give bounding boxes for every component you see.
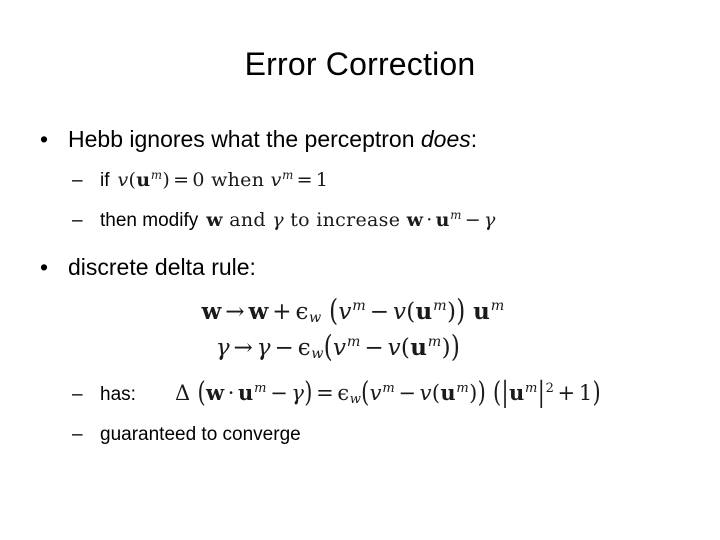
subbullet-has: – has: Δ (w · um − γ) = ϵw(vm − v(um)) (|um|2 +1) [0, 377, 601, 409]
bullet-glyph-icon: • [40, 254, 49, 280]
subbullet-then-label: then modify [100, 210, 199, 231]
bullet-hebb-ignores: • Hebb ignores what the perceptron does: [0, 126, 477, 152]
bullet-hebb-text-before: Hebb ignores what the perceptron [68, 126, 421, 152]
page-title: Error Correction [244, 46, 476, 82]
subbullet-guaranteed-converge: – guaranteed to converge [0, 424, 301, 446]
equation-row-2: γ → γ − ϵw(vm − v(um)) [0, 330, 720, 365]
subbullet-if-condition: – if v(um) = 0 when vm = 1 [0, 167, 329, 192]
math-if-condition: v(um) = 0 when vm = 1 [117, 167, 329, 191]
slide: Error Correction • Hebb ignores what the… [0, 0, 720, 540]
equation-row-1: w → w + ϵw (vm − v(um)) um [0, 294, 720, 329]
subbullet-then-modify: – then modify w and γ to increase w · um − γ [0, 207, 496, 232]
dash-glyph-icon: – [72, 384, 83, 405]
math-equation-1: w → w + ϵw (vm − v(um)) um [201, 294, 505, 329]
subbullet-converge-label: guaranteed to converge [100, 424, 301, 445]
dash-glyph-icon: – [72, 424, 83, 445]
math-then-modify: w and γ to increase w · um − γ [206, 207, 496, 231]
bullet-delta-rule-label: discrete delta rule: [68, 254, 256, 280]
bullet-hebb-emphasis: does [420, 126, 471, 152]
subbullet-if-label: if [100, 170, 110, 191]
bullet-glyph-icon: • [40, 126, 49, 152]
math-equation-2: γ → γ − ϵw(vm − v(um)) [215, 330, 461, 365]
math-equation-3: Δ (w · um − γ) = ϵw(vm − v(um)) (|um|2 +1) [175, 376, 601, 409]
dash-glyph-icon: – [72, 210, 83, 231]
dash-glyph-icon: – [72, 170, 83, 191]
subbullet-has-label: has: [100, 384, 136, 405]
bullet-hebb-text-after: : [470, 126, 478, 152]
bullet-discrete-delta-rule: • discrete delta rule: [0, 254, 256, 280]
